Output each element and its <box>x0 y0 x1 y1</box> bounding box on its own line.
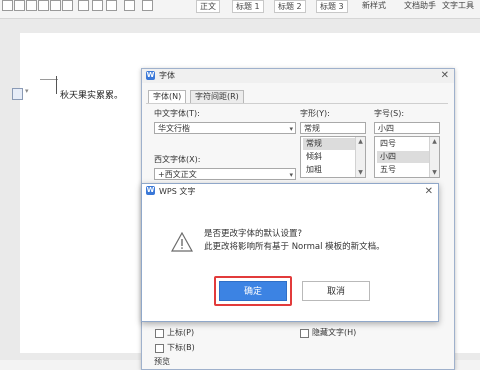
list-item[interactable]: 小四 <box>377 151 429 163</box>
subscript-label: 下标(B) <box>167 343 195 352</box>
confirm-message-line1: 是否更改字体的默认设置? <box>204 229 303 239</box>
text-tools-button[interactable]: 文字工具 <box>442 0 474 11</box>
chinese-font-select[interactable]: 华文行楷 ▾ <box>154 122 296 134</box>
align-justify-icon[interactable] <box>38 0 49 11</box>
align-center-icon[interactable] <box>14 0 25 11</box>
style-normal[interactable]: 正文 <box>196 0 220 13</box>
western-font-select[interactable]: +西文正文 ▾ <box>154 168 296 180</box>
font-style-value: 常规 <box>304 124 320 133</box>
font-style-label: 字形(Y): <box>300 109 330 118</box>
style-heading-2[interactable]: 标题 2 <box>274 0 306 13</box>
font-style-input[interactable]: 常规 <box>300 122 366 134</box>
font-dialog-title: 字体 <box>159 71 175 80</box>
scroll-up-icon[interactable]: ▲ <box>430 137 439 146</box>
hidden-text-label: 隐藏文字(H) <box>312 328 357 337</box>
wps-app-icon: W <box>146 186 155 195</box>
western-font-value: +西文正文 <box>158 170 197 179</box>
fill-icon[interactable] <box>124 0 135 11</box>
chevron-down-icon: ▾ <box>289 125 293 133</box>
list-item[interactable]: 常规 <box>303 138 355 150</box>
chinese-font-value: 华文行楷 <box>158 124 190 133</box>
superscript-checkbox[interactable] <box>155 329 164 338</box>
new-style-button[interactable]: 新样式 <box>362 0 386 11</box>
hidden-text-checkbox[interactable] <box>300 329 309 338</box>
subscript-checkbox[interactable] <box>155 344 164 353</box>
borders-icon[interactable] <box>142 0 153 11</box>
shading-icon[interactable] <box>92 0 103 11</box>
wps-confirm-dialog: W WPS 文字 ✕ 是否更改字体的默认设置? 此更改将影响所有基于 Norma… <box>141 183 439 322</box>
ok-button[interactable]: 确定 <box>219 281 287 301</box>
warning-icon <box>171 232 193 252</box>
chevron-down-icon: ▾ <box>289 171 293 179</box>
superscript-label: 上标(P) <box>167 328 195 337</box>
align-right-icon[interactable] <box>26 0 37 11</box>
tab-font[interactable]: 字体(N) <box>148 90 187 104</box>
close-icon[interactable]: ✕ <box>441 69 449 83</box>
font-size-label: 字号(S): <box>374 109 405 118</box>
tab-divider <box>146 103 448 104</box>
align-left-icon[interactable] <box>2 0 13 11</box>
chinese-font-label: 中文字体(T): <box>154 109 200 118</box>
confirm-message-line2: 此更改将影响所有基于 Normal 模板的新文档。 <box>204 242 385 252</box>
list-item[interactable]: 四号 <box>377 138 429 150</box>
close-icon[interactable]: ✕ <box>425 184 433 200</box>
scroll-up-icon[interactable]: ▲ <box>356 137 365 146</box>
scroll-down-icon[interactable]: ▼ <box>356 168 365 177</box>
list-item[interactable]: 加粗 <box>303 164 355 176</box>
distribute-icon[interactable] <box>50 0 61 11</box>
document-text[interactable]: 秋天果实累累。 <box>60 88 123 101</box>
wps-dialog-titlebar[interactable]: W WPS 文字 ✕ <box>142 184 438 200</box>
wps-dialog-title: WPS 文字 <box>159 187 196 196</box>
cancel-button[interactable]: 取消 <box>302 281 370 301</box>
paragraph-icon[interactable] <box>78 0 89 11</box>
chevron-down-icon[interactable]: ▾ <box>25 87 29 95</box>
font-dialog-titlebar[interactable]: W 字体 ✕ <box>142 69 454 83</box>
ribbon-toolbar: 正文 标题 1 标题 2 标题 3 新样式 文档助手 文字工具 <box>0 0 480 19</box>
paragraph-handle-icon[interactable] <box>12 88 23 100</box>
style-heading-1[interactable]: 标题 1 <box>232 0 264 13</box>
preview-label: 预览 <box>154 357 170 366</box>
font-style-list[interactable]: 常规 倾斜 加粗 ▲ ▼ <box>300 136 366 178</box>
line-spacing-icon[interactable] <box>62 0 73 11</box>
tab-character-spacing[interactable]: 字符间距(R) <box>190 90 244 104</box>
scroll-down-icon[interactable]: ▼ <box>430 168 439 177</box>
style-heading-3[interactable]: 标题 3 <box>316 0 348 13</box>
scrollbar[interactable]: ▲ ▼ <box>355 137 365 177</box>
list-item[interactable]: 倾斜 <box>303 151 355 163</box>
font-size-input[interactable]: 小四 <box>374 122 440 134</box>
text-cursor <box>56 76 57 94</box>
list-item[interactable]: 五号 <box>377 164 429 176</box>
western-font-label: 西文字体(X): <box>154 155 201 164</box>
wps-app-icon: W <box>146 71 155 80</box>
border-icon[interactable] <box>106 0 117 11</box>
doc-helper-button[interactable]: 文档助手 <box>404 0 436 11</box>
font-size-list[interactable]: 四号 小四 五号 ▲ ▼ <box>374 136 440 178</box>
font-size-value: 小四 <box>378 124 394 133</box>
scrollbar[interactable]: ▲ ▼ <box>429 137 439 177</box>
